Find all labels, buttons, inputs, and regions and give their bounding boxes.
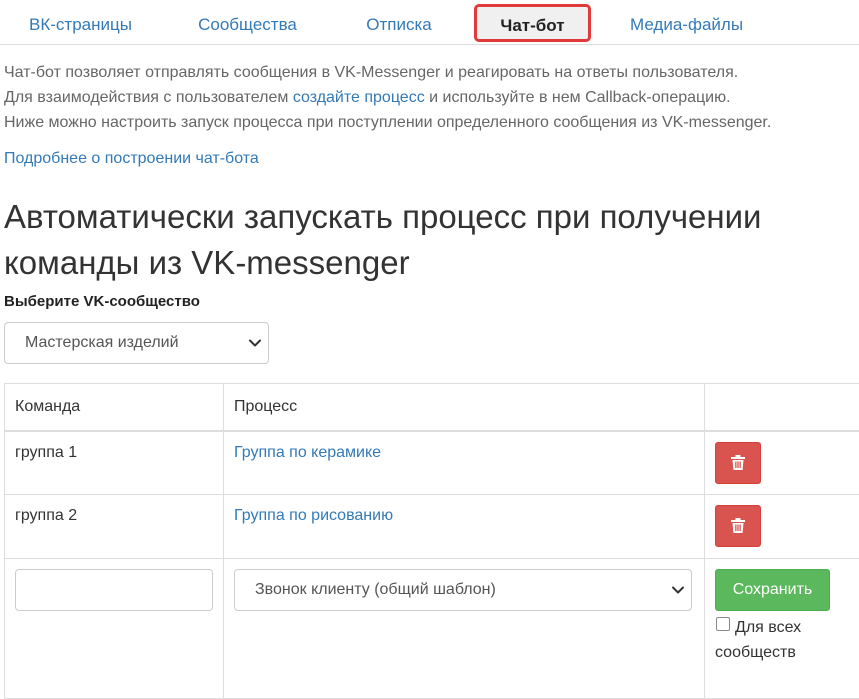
- page-title: Автоматически запускать процесс при полу…: [4, 194, 859, 286]
- trash-icon: [731, 518, 745, 533]
- intro-line-1: Чат-бот позволяет отправлять сообщения в…: [4, 60, 859, 85]
- page-title-line-2: команды из VK-messenger: [4, 240, 859, 286]
- process-link[interactable]: Группа по керамике: [234, 444, 381, 461]
- chevron-down-icon: [248, 336, 262, 350]
- intro-line-2-start: Для взаимодействия с пользователем: [4, 89, 293, 106]
- process-select[interactable]: Звонок клиенту (общий шаблон): [234, 569, 692, 611]
- actions-cell: [705, 495, 859, 559]
- tabs-nav: ВК-страницы Сообщества Отписка Чат-бот М…: [0, 0, 859, 45]
- new-process-cell: Звонок клиенту (общий шаблон): [224, 559, 705, 699]
- all-communities-checkbox[interactable]: [716, 617, 730, 631]
- column-header-process: Процесс: [224, 384, 705, 431]
- table-row: группа 1 Группа по керамике: [5, 431, 859, 495]
- table-header-row: Команда Процесс: [5, 384, 859, 431]
- new-command-row: Звонок клиенту (общий шаблон) Сохранить …: [5, 559, 859, 699]
- intro-line-2-end: и используйте в нем Callback-операцию.: [425, 89, 731, 106]
- command-input[interactable]: [15, 569, 213, 611]
- all-communities-option: Для всех сообществ: [715, 615, 854, 665]
- column-header-command: Команда: [5, 384, 224, 431]
- tab-communities[interactable]: Сообщества: [197, 0, 298, 45]
- process-cell: Группа по керамике: [224, 431, 705, 495]
- intro-line-3: Ниже можно настроить запуск процесса при…: [4, 110, 859, 135]
- chevron-down-icon: [671, 583, 685, 597]
- delete-button[interactable]: [715, 442, 761, 484]
- tab-media-files[interactable]: Медиа-файлы: [630, 0, 742, 45]
- community-select[interactable]: Мастерская изделий: [4, 322, 269, 364]
- trash-icon: [731, 455, 745, 470]
- process-cell: Группа по рисованию: [224, 495, 705, 559]
- page-title-line-1: Автоматически запускать процесс при полу…: [4, 194, 859, 240]
- tab-chatbot[interactable]: Чат-бот: [474, 4, 591, 42]
- process-select-value: Звонок клиенту (общий шаблон): [255, 581, 496, 598]
- process-link[interactable]: Группа по рисованию: [234, 507, 393, 524]
- command-cell: группа 1: [5, 431, 224, 495]
- create-process-link[interactable]: создайте процесс: [293, 89, 425, 106]
- chatbot-help-link[interactable]: Подробнее о построении чат-бота: [4, 146, 259, 171]
- new-command-cell: [5, 559, 224, 699]
- column-header-actions: [705, 384, 859, 431]
- new-actions-cell: Сохранить Для всех сообществ: [705, 559, 859, 699]
- save-button[interactable]: Сохранить: [715, 569, 830, 611]
- commands-table: Команда Процесс группа 1 Группа по керам…: [4, 383, 859, 699]
- community-select-label: Выберите VK-сообщество: [4, 293, 200, 310]
- actions-cell: [705, 431, 859, 495]
- intro-line-2: Для взаимодействия с пользователем созда…: [4, 85, 859, 110]
- command-cell: группа 2: [5, 495, 224, 559]
- table-row: группа 2 Группа по рисованию: [5, 495, 859, 559]
- delete-button[interactable]: [715, 505, 761, 547]
- tab-vk-pages[interactable]: ВК-страницы: [29, 0, 130, 45]
- intro-text: Чат-бот позволяет отправлять сообщения в…: [4, 60, 859, 135]
- tab-unsubscribe[interactable]: Отписка: [365, 0, 433, 45]
- community-select-value: Мастерская изделий: [25, 334, 179, 351]
